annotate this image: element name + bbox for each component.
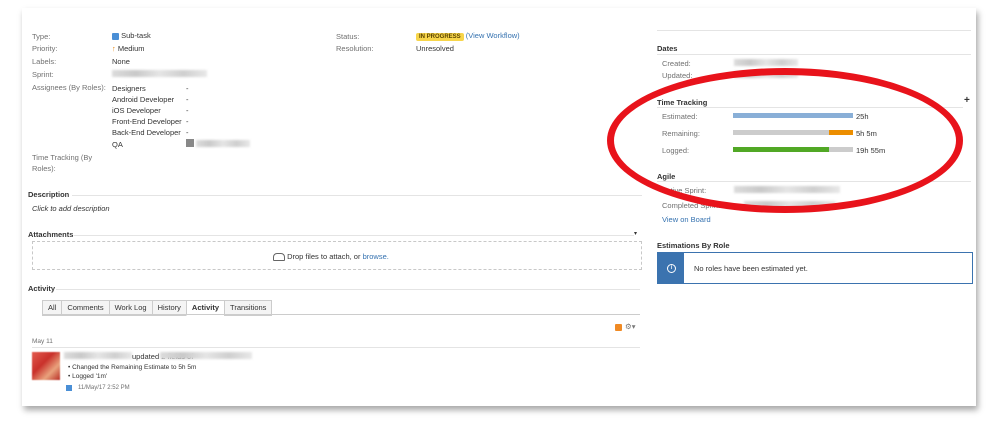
updated-label: Updated: — [662, 71, 693, 80]
activity-date-divider — [32, 347, 640, 348]
browse-link[interactable]: browse. — [363, 252, 389, 261]
role-qa: QA — [112, 140, 123, 149]
view-workflow-link[interactable]: (View Workflow) — [466, 31, 520, 40]
description-divider — [72, 195, 642, 196]
activity-divider — [56, 289, 640, 290]
role-designers: Designers — [112, 84, 146, 93]
role-android: Android Developer — [112, 95, 175, 104]
assignees-label: Assignees (By Roles): — [32, 83, 106, 92]
estimated-bar — [733, 113, 853, 118]
estimated-label: Estimated: — [662, 112, 698, 121]
role-backend: Back-End Developer — [112, 128, 181, 137]
remaining-bar — [733, 130, 853, 135]
activity-change-2: • Logged '1m' — [68, 373, 108, 380]
activity-issue-redacted[interactable] — [160, 352, 252, 359]
created-value-redacted — [734, 59, 798, 66]
role-frontend: Front-End Developer — [112, 117, 182, 126]
role-android-value[interactable]: - — [186, 95, 189, 104]
logged-bar — [733, 147, 853, 152]
time-tracking-by-roles-label: Time Tracking (By — [32, 153, 93, 162]
created-label: Created: — [662, 59, 691, 68]
add-time-icon[interactable]: + — [964, 95, 970, 106]
activity-subtask-icon — [66, 385, 72, 391]
status-value: IN PROGRESS (View Workflow) — [416, 31, 520, 41]
activity-user-avatar[interactable] — [32, 352, 60, 380]
logged-value: 19h 55m — [856, 146, 886, 155]
activity-change-1: • Changed the Remaining Estimate to 5h 5… — [68, 364, 197, 371]
time-tracking-by-roles-label-2: Roles): — [32, 164, 56, 173]
type-label: Type: — [32, 32, 51, 41]
estimations-message-text: No roles have been estimated yet. — [694, 264, 808, 273]
sprint-value-redacted — [112, 70, 207, 77]
status-label: Status: — [336, 32, 360, 41]
info-icon-area: i — [658, 253, 684, 283]
estimations-title[interactable]: Estimations By Role — [657, 241, 730, 250]
role-designers-value[interactable]: - — [186, 84, 189, 93]
qa-avatar — [186, 139, 194, 147]
attachments-divider — [74, 235, 634, 236]
priority-label: Priority: — [32, 44, 58, 53]
resolution-value: Unresolved — [416, 44, 454, 53]
role-ios: iOS Developer — [112, 106, 161, 115]
sprint-label: Sprint: — [32, 70, 54, 79]
estimations-info-message: i No roles have been estimated yet. — [657, 252, 973, 284]
role-ios-value[interactable]: - — [186, 106, 189, 115]
info-icon: i — [667, 264, 676, 273]
priority-arrow-up-icon: ↑ — [112, 44, 116, 53]
activity-entry-time[interactable]: 11/May/17 2:52 PM — [78, 385, 130, 391]
logged-label: Logged: — [662, 146, 690, 155]
agile-divider — [657, 181, 971, 182]
activity-date: May 11 — [32, 338, 53, 345]
rss-icon[interactable] — [615, 324, 622, 331]
people-divider — [657, 30, 971, 31]
description-title[interactable]: Description — [28, 190, 69, 199]
completed-sprint-label: Completed Sprint: — [662, 201, 723, 210]
dates-divider — [657, 54, 971, 55]
type-value[interactable]: Sub-task — [112, 31, 151, 40]
priority-value[interactable]: ↑ Medium — [112, 44, 145, 53]
resolution-label: Resolution: — [336, 44, 374, 53]
view-on-board-link[interactable]: View on Board — [662, 215, 711, 224]
drop-files-text: Drop files to attach, or browse. — [273, 252, 389, 262]
cloud-upload-icon — [273, 253, 285, 262]
completed-sprint-redacted[interactable] — [744, 201, 836, 208]
estimated-value: 25h — [856, 112, 869, 121]
agile-title[interactable]: Agile — [657, 172, 675, 181]
labels-label: Labels: — [32, 57, 57, 66]
time-tracking-divider — [657, 107, 963, 108]
time-tracking-title[interactable]: Time Tracking — [657, 98, 707, 107]
description-placeholder[interactable]: Click to add description — [32, 204, 110, 213]
attachments-dropzone[interactable]: Drop files to attach, or browse. — [32, 241, 642, 270]
status-badge[interactable]: IN PROGRESS — [416, 33, 464, 41]
active-sprint-redacted[interactable] — [734, 186, 840, 193]
issue-view: Type: Sub-task Priority: ↑ Medium Labels… — [22, 8, 976, 406]
attachments-title[interactable]: Attachments — [28, 230, 73, 239]
qa-assignee-redacted[interactable] — [196, 140, 250, 147]
remaining-value: 5h 5m — [856, 129, 877, 138]
active-sprint-label: Active Sprint: — [662, 186, 707, 195]
updated-value-redacted — [734, 71, 798, 78]
attachments-collapse-icon[interactable]: ▾ — [634, 230, 637, 237]
tabs-baseline — [42, 314, 640, 315]
role-backend-value[interactable]: - — [186, 128, 189, 137]
labels-value[interactable]: None — [112, 57, 130, 66]
activity-user-redacted[interactable] — [64, 352, 132, 359]
subtask-icon — [112, 32, 119, 40]
activity-settings-gear-icon[interactable]: ⚙▾ — [625, 322, 636, 331]
role-frontend-value[interactable]: - — [186, 117, 189, 126]
dates-title[interactable]: Dates — [657, 44, 677, 53]
remaining-label: Remaining: — [662, 129, 700, 138]
activity-title[interactable]: Activity — [28, 284, 55, 293]
